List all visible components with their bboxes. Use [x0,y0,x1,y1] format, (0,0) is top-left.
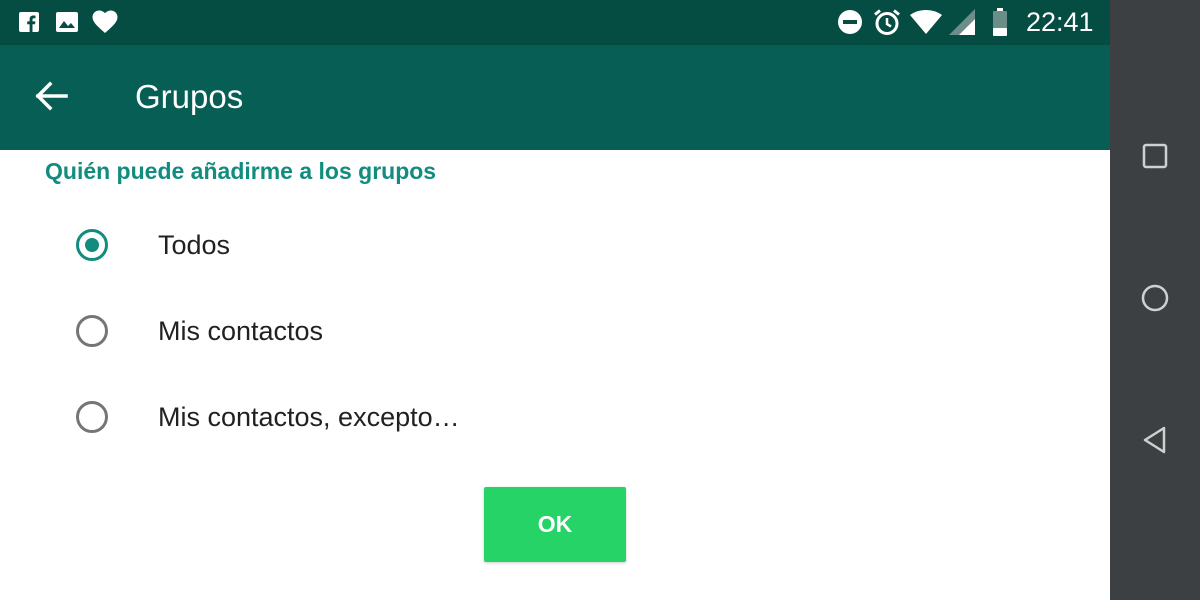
home-circle-icon [1140,283,1170,318]
radio-button-selected[interactable] [76,229,108,261]
recents-button[interactable] [1125,128,1185,188]
cell-signal-icon [948,8,976,36]
option-todos[interactable]: Todos [60,208,820,282]
arrow-back-icon [34,81,68,116]
image-icon [55,8,79,36]
back-nav-button[interactable] [1125,412,1185,472]
option-mis-contactos-excepto[interactable]: Mis contactos, excepto… [60,380,820,454]
facebook-icon [18,8,40,36]
back-triangle-icon [1141,425,1169,460]
radio-button[interactable] [76,401,108,433]
ok-button[interactable]: OK [484,487,626,562]
do-not-disturb-icon [836,8,864,36]
battery-icon [990,8,1010,36]
option-label: Todos [158,229,231,260]
radio-button[interactable] [76,315,108,347]
settings-content: Quién puede añadirme a los grupos Todos … [0,150,1110,600]
recents-square-icon [1142,143,1168,174]
option-label: Mis contactos, excepto… [158,401,460,432]
home-button[interactable] [1125,270,1185,330]
alarm-icon [872,8,902,36]
status-bar: 22:41 [0,0,1110,45]
back-button[interactable] [18,65,84,131]
page-title: Grupos [135,78,244,115]
wifi-icon [909,8,943,36]
app-bar: Grupos [0,45,1110,150]
option-label: Mis contactos [158,315,324,346]
section-header: Quién puede añadirme a los grupos [45,158,437,184]
heart-icon [91,8,119,36]
option-mis-contactos[interactable]: Mis contactos [60,294,820,368]
status-time: 22:41 [1026,7,1094,37]
